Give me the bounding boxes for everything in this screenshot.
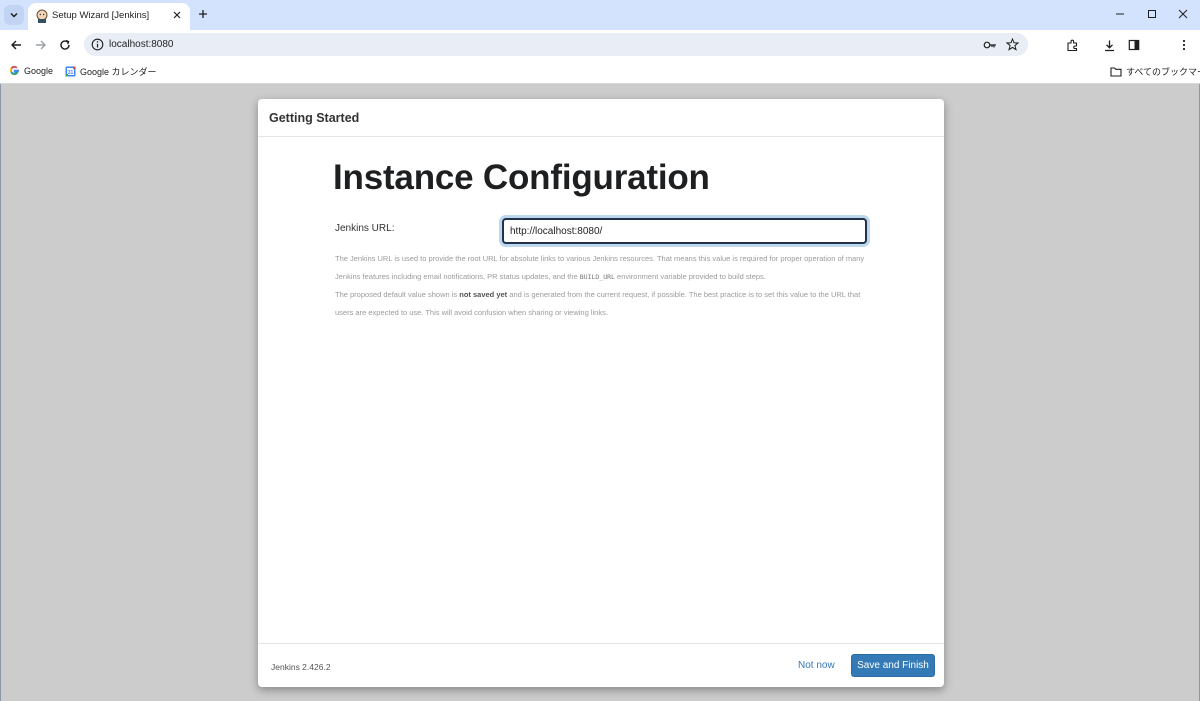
- reload-icon: [60, 39, 70, 50]
- google-icon: [9, 65, 19, 76]
- maximize-icon: [1148, 10, 1156, 18]
- download-icon: [1104, 40, 1114, 51]
- key-icon[interactable]: [983, 39, 997, 51]
- all-bookmarks[interactable]: すべてのブックマーク: [1110, 65, 1200, 78]
- address-bar-url: localhost:8080: [109, 39, 174, 50]
- help-paragraph: The proposed default value shown is not …: [335, 290, 861, 317]
- jenkins-favicon-icon: [36, 9, 48, 23]
- not-saved-emphasis: not saved yet: [459, 290, 508, 299]
- save-and-finish-button[interactable]: Save and Finish: [851, 654, 935, 677]
- page-title: Instance Configuration: [333, 158, 710, 197]
- all-bookmarks-label: すべてのブックマーク: [1126, 67, 1200, 77]
- dialog-header: Getting Started: [258, 99, 944, 137]
- browser-toolbar: localhost:8080: [0, 30, 1200, 59]
- site-info-icon[interactable]: [91, 38, 104, 51]
- jenkins-url-help: The Jenkins URL is used to provide the r…: [335, 250, 867, 322]
- not-now-link[interactable]: Not now: [798, 660, 835, 671]
- arrow-right-icon: [36, 40, 46, 50]
- build-url-code: BUILD_URL: [579, 273, 615, 281]
- side-panel-icon: [1128, 39, 1140, 51]
- dialog-body: Instance Configuration Jenkins URL: The …: [258, 137, 944, 643]
- tab-strip: Setup Wizard [Jenkins]: [0, 0, 1200, 30]
- close-icon: [173, 11, 181, 19]
- reload-button[interactable]: [57, 37, 73, 53]
- browser-tab[interactable]: Setup Wizard [Jenkins]: [28, 3, 190, 30]
- puzzle-icon: [1066, 39, 1077, 51]
- google-calendar-icon: 31: [65, 66, 76, 77]
- downloads-button[interactable]: [1101, 37, 1117, 53]
- bookmark-google-calendar[interactable]: 31 Google カレンダー: [65, 65, 157, 78]
- bookmark-label: Google: [24, 65, 54, 76]
- address-bar[interactable]: localhost:8080: [84, 33, 1028, 56]
- folder-icon: [1110, 66, 1122, 77]
- arrow-left-icon: [11, 40, 21, 50]
- chevron-down-icon: [10, 12, 18, 18]
- more-vertical-icon: [1182, 39, 1186, 51]
- help-paragraph: The Jenkins URL is used to provide the r…: [335, 254, 865, 281]
- jenkins-version: Jenkins 2.426.2: [271, 662, 331, 672]
- minimize-icon: [1116, 13, 1124, 15]
- star-icon[interactable]: [1006, 38, 1019, 51]
- menu-button[interactable]: [1176, 37, 1192, 53]
- jenkins-url-label: Jenkins URL:: [335, 223, 395, 234]
- bookmark-label: Google カレンダー: [80, 67, 157, 77]
- tab-close-button[interactable]: [170, 8, 184, 22]
- jenkins-url-input[interactable]: [502, 218, 867, 244]
- bookmarks-bar: Google 31 Google カレンダー すべてのブックマーク: [0, 59, 1200, 84]
- plus-icon: [199, 10, 207, 18]
- tab-search-button[interactable]: [4, 5, 24, 25]
- page-content: Getting Started Instance Configuration J…: [0, 84, 1200, 701]
- minimize-button[interactable]: [1113, 7, 1127, 21]
- bookmark-google[interactable]: Google: [9, 65, 53, 76]
- close-icon: [1178, 9, 1188, 19]
- new-tab-button[interactable]: [195, 6, 211, 22]
- side-panel-button[interactable]: [1126, 37, 1142, 53]
- dialog-footer: Jenkins 2.426.2 Not now Save and Finish: [258, 643, 944, 687]
- setup-wizard-dialog: Getting Started Instance Configuration J…: [258, 99, 944, 687]
- dialog-header-title: Getting Started: [269, 111, 360, 125]
- back-button[interactable]: [8, 37, 24, 53]
- forward-button[interactable]: [33, 37, 49, 53]
- maximize-button[interactable]: [1145, 7, 1159, 21]
- window-close-button[interactable]: [1176, 7, 1190, 21]
- extensions-button[interactable]: [1064, 37, 1080, 53]
- tab-title: Setup Wizard [Jenkins]: [52, 10, 150, 21]
- svg-text:31: 31: [68, 70, 74, 76]
